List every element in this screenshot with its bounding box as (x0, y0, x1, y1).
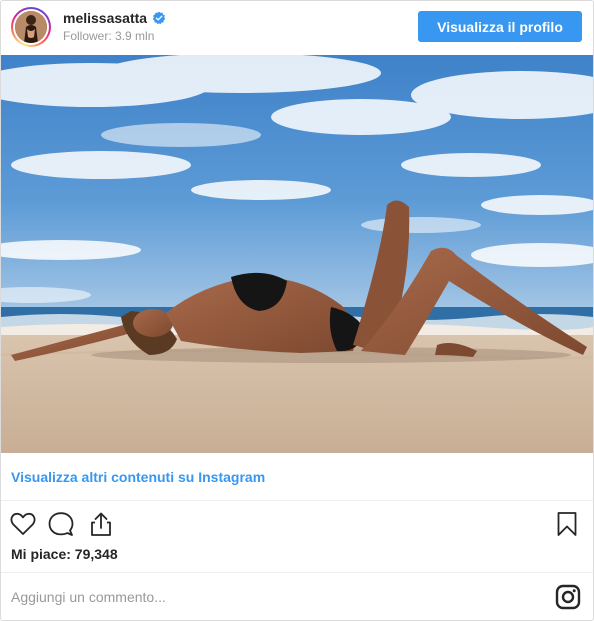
heart-icon[interactable] (9, 510, 37, 538)
post-header: melissasatta Follower: 3.9 mln Visualizz… (1, 1, 593, 53)
avatar-photo (15, 11, 47, 43)
comment-input[interactable] (11, 586, 531, 608)
view-profile-button[interactable]: Visualizza il profilo (418, 11, 582, 42)
comment-row (1, 572, 593, 620)
comment-icon[interactable] (47, 510, 75, 538)
share-icon[interactable] (87, 510, 115, 538)
beach-photo-image (1, 55, 593, 453)
avatar[interactable] (11, 7, 51, 47)
like-count: Mi piace: 79,348 (11, 546, 118, 562)
avatar-figure-icon (15, 11, 47, 43)
instagram-embed: melissasatta Follower: 3.9 mln Visualizz… (0, 0, 594, 621)
verified-badge-icon (152, 11, 166, 25)
more-content-row: Visualizza altri contenuti su Instagram (1, 453, 593, 501)
follower-count: Follower: 3.9 mln (63, 29, 155, 43)
instagram-icon[interactable] (555, 584, 581, 610)
bookmark-icon[interactable] (553, 510, 581, 538)
more-content-link[interactable]: Visualizza altri contenuti su Instagram (11, 469, 265, 485)
action-bar (1, 505, 593, 543)
post-photo[interactable] (1, 55, 593, 453)
username[interactable]: melissasatta (63, 10, 147, 26)
